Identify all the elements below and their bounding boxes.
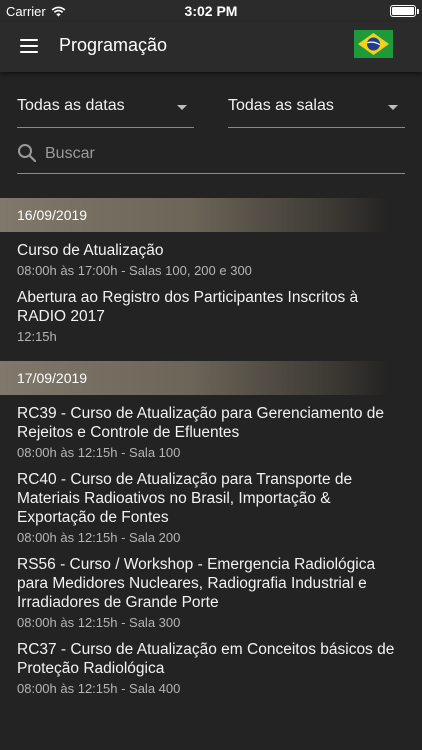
event-item[interactable]: Abertura ao Registro dos Participantes I… (0, 279, 422, 345)
search-icon (18, 144, 37, 163)
search-input[interactable] (45, 139, 395, 169)
event-time-location: 12:15h (17, 329, 57, 344)
date-header: 16/09/2019 (0, 198, 422, 232)
date-filter-value: Todas as datas (17, 97, 125, 114)
event-time-location: 08:00h às 12:15h - Sala 100 (17, 445, 181, 460)
event-title: RC39 - Curso de Atualização para Gerenci… (17, 405, 385, 441)
room-filter-dropdown[interactable]: Todas as salas (228, 90, 405, 128)
date-header: 17/09/2019 (0, 361, 422, 395)
hamburger-menu-icon[interactable] (20, 39, 38, 53)
dropdown-arrow-icon (388, 105, 398, 110)
event-time-location: 08:00h às 12:15h - Sala 400 (17, 681, 181, 696)
event-item[interactable]: RC39 - Curso de Atualização para Gerenci… (0, 395, 422, 461)
room-filter-value: Todas as salas (228, 97, 334, 114)
schedule-list: 16/09/2019 Curso de Atualização 08:00h às … (0, 198, 422, 697)
page-title: Programação (59, 35, 168, 55)
event-time-location: 08:00h às 17:00h - Salas 100, 200 e 300 (17, 263, 252, 278)
event-title: Abertura ao Registro dos Participantes I… (17, 289, 359, 325)
app-bar: Programação (0, 22, 422, 72)
event-title: RC37 - Curso de Atualização em Conceitos… (17, 641, 395, 677)
dropdown-arrow-icon (177, 105, 187, 110)
brazil-flag-icon[interactable] (354, 30, 393, 58)
event-item[interactable]: Curso de Atualização 08:00h às 17:00h - S… (0, 232, 422, 279)
day-group: 17/09/2019 RC39 - Curso de Atualização pa… (0, 361, 422, 697)
date-filter-dropdown[interactable]: Todas as datas (17, 90, 194, 128)
battery-icon (390, 5, 419, 17)
battery-level (392, 7, 414, 15)
status-time: 3:02 PM (184, 3, 238, 19)
event-time-location: 08:00h às 12:15h - Sala 300 (17, 615, 181, 630)
event-item[interactable]: RC37 - Curso de Atualização em Conceitos… (0, 631, 422, 697)
event-item[interactable]: RS56 - Curso / Workshop - Emergencia Rad… (0, 546, 422, 631)
status-bar: Carrier 3:02 PM (0, 0, 422, 22)
event-time-location: 08:00h às 12:15h - Sala 200 (17, 530, 181, 545)
search-field[interactable] (17, 136, 405, 174)
day-group: 16/09/2019 Curso de Atualização 08:00h às … (0, 198, 422, 345)
screen: Carrier 3:02 PM Programação Todas as dat… (0, 0, 422, 750)
event-title: RC40 - Curso de Atualização para Transpo… (17, 471, 353, 526)
event-title: Curso de Atualização (17, 242, 164, 259)
event-item[interactable]: RC40 - Curso de Atualização para Transpo… (0, 461, 422, 546)
event-title: RS56 - Curso / Workshop - Emergencia Rad… (17, 556, 376, 611)
